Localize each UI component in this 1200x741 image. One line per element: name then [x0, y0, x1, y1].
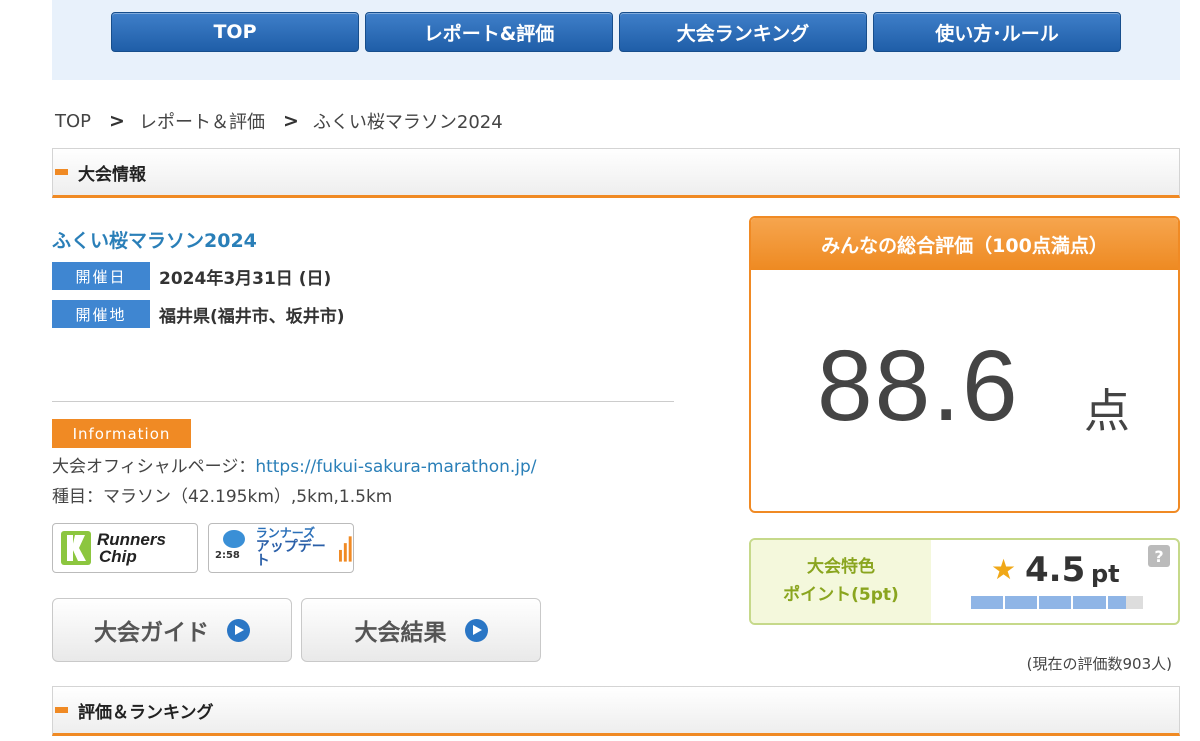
nav-top-button[interactable]: TOP: [111, 12, 359, 52]
overall-score-card: みんなの総合評価（100点満点） 88.6 点: [749, 216, 1180, 513]
event-place: 福井県(福井市、坂井市): [159, 306, 345, 327]
runners-chip-mark-icon: [61, 531, 91, 565]
runner-head-icon: [223, 530, 245, 548]
breadcrumb: TOP > レポート＆評価 > ふくい桜マラソン2024: [55, 108, 503, 134]
event-date-row: 開催日 2024年3月31日 (日): [52, 262, 331, 290]
bar-segment-divider: [1106, 596, 1108, 609]
bar-segment-divider: [1037, 596, 1039, 609]
feature-points-label: 大会特色 ポイント(5pt): [751, 540, 931, 623]
feature-points-bar: [971, 596, 1143, 609]
event-results-label: 大会結果: [354, 620, 447, 646]
information-badge: Information: [52, 419, 191, 448]
breadcrumb-current: ふくい桜マラソン2024: [312, 112, 503, 133]
runners-update-line2: アップデート: [255, 538, 326, 570]
feature-points-value: 4.5: [1025, 550, 1086, 590]
runners-chip-text: Runners Chip: [97, 531, 166, 565]
arrow-right-circle-icon: [464, 618, 488, 642]
event-date: 2024年3月31日 (日): [159, 268, 332, 289]
breadcrumb-separator: >: [109, 110, 125, 132]
breadcrumb-report-link[interactable]: レポート＆評価: [139, 108, 265, 134]
overall-score-unit: 点: [1084, 384, 1130, 438]
runners-update-mark-icon: 2:58: [213, 526, 256, 570]
section-bar-icon: [55, 169, 68, 175]
runners-update-logo[interactable]: 2:58 ランナーズ アップデート: [208, 523, 354, 573]
feature-points-card: 大会特色 ポイント(5pt) ★ 4.5 pt ?: [749, 538, 1180, 625]
breadcrumb-separator: >: [282, 110, 299, 132]
section-bar-icon: [55, 707, 68, 713]
runners-update-line1: ランナーズ: [255, 526, 316, 541]
event-place-row: 開催地 福井県(福井市、坂井市): [52, 300, 345, 328]
runners-chip-line2: Chip: [99, 547, 137, 566]
event-categories: 種目：マラソン（42.195km）,5km,1.5km: [52, 487, 393, 507]
overall-score-header: みんなの総合評価（100点満点）: [751, 218, 1178, 270]
official-page-label: 大会オフィシャルページ：: [52, 457, 256, 477]
feature-label-line1: 大会特色: [807, 557, 875, 578]
nav-report-button[interactable]: レポート&評価: [365, 12, 613, 52]
event-results-button[interactable]: 大会結果: [301, 598, 541, 662]
section-title: 大会情報: [78, 164, 146, 185]
section-header-event-info: 大会情報: [52, 148, 1180, 198]
nav-ranking-button[interactable]: 大会ランキング: [619, 12, 867, 52]
feature-points-unit: pt: [1091, 560, 1120, 588]
event-guide-label: 大会ガイド: [94, 620, 209, 646]
runners-chip-line1: Runners: [97, 530, 166, 549]
official-page-link[interactable]: https://fukui-sakura-marathon.jp/: [255, 457, 536, 477]
official-page-line: 大会オフィシャルページ：https://fukui-sakura-maratho…: [52, 452, 537, 477]
breadcrumb-top-link[interactable]: TOP: [55, 111, 91, 132]
bar-segment-divider: [1003, 596, 1005, 609]
date-tag: 開催日: [52, 262, 150, 290]
event-name: ふくい桜マラソン2024: [52, 230, 257, 252]
help-icon[interactable]: ?: [1148, 545, 1170, 567]
place-tag: 開催地: [52, 300, 150, 328]
arrow-right-circle-icon: [227, 618, 250, 642]
nav-rules-button[interactable]: 使い方･ルール: [873, 12, 1121, 52]
bar-segment-divider: [1071, 596, 1073, 609]
rating-count: (現在の評価数903人): [1026, 655, 1172, 673]
event-guide-button[interactable]: 大会ガイド: [52, 598, 292, 662]
runners-update-time: 2:58: [215, 550, 240, 561]
bar-graph-icon: [339, 536, 353, 562]
section-title: 評価＆ランキング: [78, 702, 214, 723]
feature-label-line2: ポイント(5pt): [783, 584, 899, 605]
star-icon: ★: [991, 553, 1017, 586]
overall-score-value: 88.6: [817, 330, 1020, 442]
feature-points-bar-fill: [971, 596, 1126, 609]
section-header-rating-ranking: 評価＆ランキング: [52, 686, 1180, 736]
runners-chip-logo[interactable]: Runners Chip: [52, 523, 198, 573]
divider: [52, 401, 674, 402]
runners-update-text: ランナーズ アップデート: [256, 527, 338, 569]
